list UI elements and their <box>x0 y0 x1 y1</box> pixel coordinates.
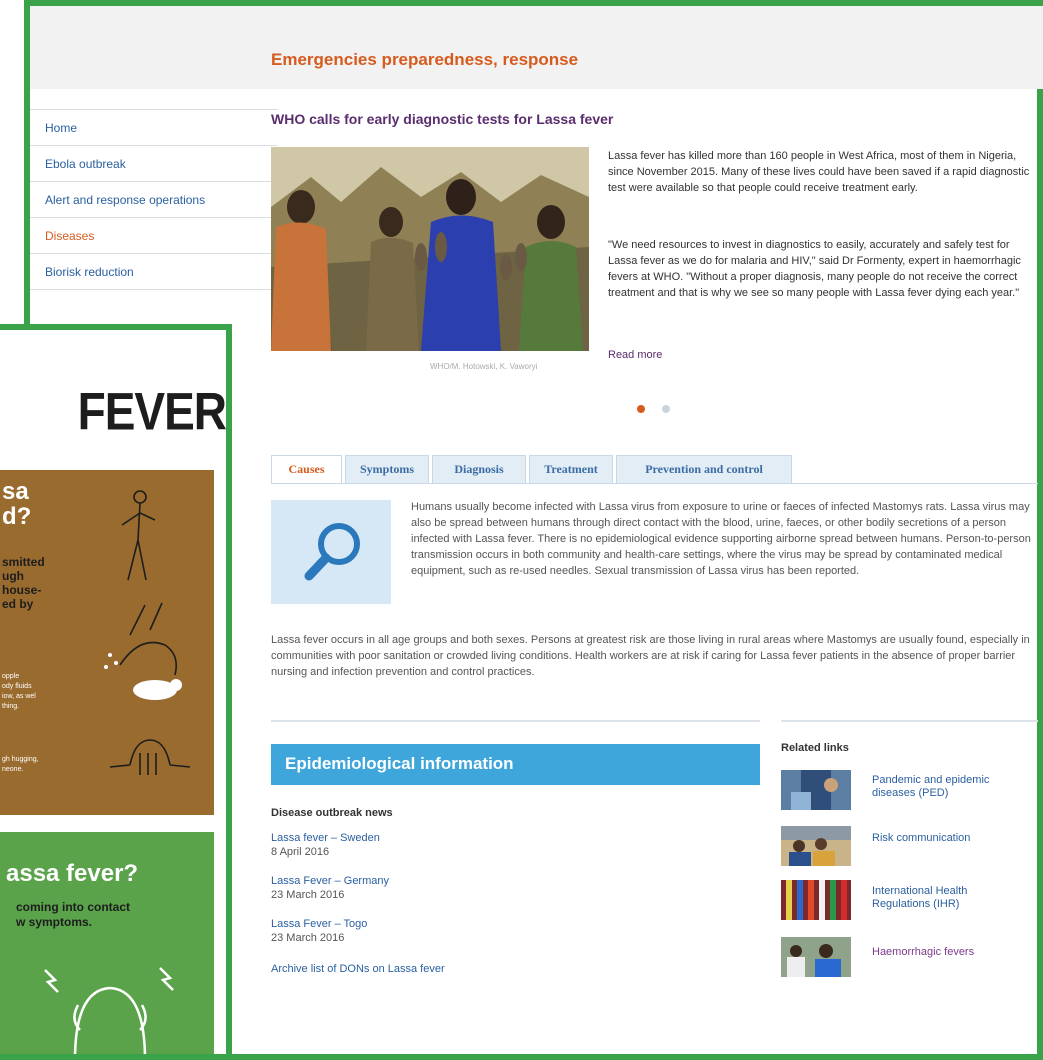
related-link-haemorrhagic[interactable]: Haemorrhagic fevers <box>872 946 1012 959</box>
poster-small-1-line3: iow, as wel <box>2 693 36 700</box>
feature-headline[interactable]: WHO calls for early diagnostic tests for… <box>271 111 613 127</box>
tab-prevention[interactable]: Prevention and control <box>616 455 792 484</box>
don-heading: Disease outbreak news <box>271 807 393 819</box>
poster-small-2-line2: neone. <box>2 766 24 773</box>
nav-divider <box>30 217 278 218</box>
magnifier-icon-box <box>271 500 391 604</box>
poster-question-1b: d? <box>2 503 32 530</box>
carousel-dot[interactable] <box>662 405 670 413</box>
poster-small-1-line4: thing. <box>2 703 20 710</box>
poster-text-1-line3: house- <box>2 583 42 597</box>
risk-text: Lassa fever occurs in all age groups and… <box>271 634 1030 678</box>
site-title[interactable]: Emergencies preparedness, response <box>271 50 578 70</box>
related-links-heading: Related links <box>781 742 849 754</box>
feature-photo <box>271 147 589 351</box>
don-link-togo[interactable]: Lassa Fever – Togo <box>271 918 367 930</box>
poster-small-2-line1: gh hugging, <box>2 756 39 763</box>
poster-question-2: assa fever? <box>6 860 139 887</box>
photo-caption: WHO/M. Hotowski, K. Vaworyi <box>430 362 538 371</box>
poster-headache-person-icon <box>44 967 174 1054</box>
nav-item-alert-response[interactable]: Alert and response operations <box>45 193 205 207</box>
related-thumb-risk[interactable] <box>781 826 851 866</box>
poster-text-1-line2: ugh <box>2 569 24 583</box>
nav-divider <box>30 253 278 254</box>
nav-item-diseases[interactable]: Diseases <box>45 229 94 243</box>
related-link-ped[interactable]: Pandemic and epidemic diseases (PED) <box>872 774 1012 800</box>
related-thumb-ped[interactable] <box>781 770 851 810</box>
poster-text-1-line4: ed by <box>2 597 34 611</box>
poster-small-1-line2: ody fluids <box>2 683 32 690</box>
tabs-underline <box>271 483 1038 484</box>
poster-title: FEVER <box>77 381 226 441</box>
magnifier-icon <box>304 523 360 581</box>
don-date: 23 March 2016 <box>271 932 345 944</box>
nav-divider <box>30 109 278 110</box>
poster-text-1-line1: smitted <box>2 555 45 569</box>
carousel-dot-active[interactable] <box>637 405 645 413</box>
don-date: 23 March 2016 <box>271 889 345 901</box>
lassa-poster: FEVER sa d? smitted ugh house- ed by opp… <box>0 324 232 1060</box>
feature-paragraph-1: Lassa fever has killed more than 160 peo… <box>608 150 1030 194</box>
don-archive-link[interactable]: Archive list of DONs on Lassa fever <box>271 963 445 975</box>
causes-text: Humans usually become infected with Lass… <box>411 501 1031 577</box>
separator <box>781 720 1038 722</box>
header-band <box>30 6 1043 89</box>
epi-title: Epidemiological information <box>285 754 514 773</box>
nav-item-home[interactable]: Home <box>45 121 77 135</box>
poster-text-2-line1: coming into contact <box>16 900 130 914</box>
read-more-link[interactable]: Read more <box>608 349 662 361</box>
tab-treatment[interactable]: Treatment <box>529 455 613 484</box>
poster-text-2-line2: w symptoms. <box>16 915 93 929</box>
don-link-germany[interactable]: Lassa Fever – Germany <box>271 875 389 887</box>
related-thumb-haemorrhagic[interactable] <box>781 937 851 977</box>
separator <box>271 720 760 722</box>
nav-divider <box>30 181 278 182</box>
don-link-sweden[interactable]: Lassa fever – Sweden <box>271 832 380 844</box>
poster-question-1a: sa <box>2 478 29 505</box>
nav-divider <box>30 145 278 146</box>
poster-transmission-illustration-icon <box>104 490 191 775</box>
related-link-risk[interactable]: Risk communication <box>872 832 1012 845</box>
related-link-ihr[interactable]: International Health Regulations (IHR) <box>872 885 1012 911</box>
nav-divider <box>30 289 278 290</box>
don-date: 8 April 2016 <box>271 846 330 858</box>
nav-item-ebola[interactable]: Ebola outbreak <box>45 157 126 171</box>
tab-diagnosis[interactable]: Diagnosis <box>432 455 526 484</box>
feature-paragraph-2: "We need resources to invest in diagnost… <box>608 239 1021 299</box>
poster-small-1-line1: opple <box>2 673 20 680</box>
tab-causes[interactable]: Causes <box>271 455 342 484</box>
nav-item-biorisk[interactable]: Biorisk reduction <box>45 265 134 279</box>
tab-symptoms[interactable]: Symptoms <box>345 455 429 484</box>
related-thumb-ihr[interactable] <box>781 880 851 920</box>
